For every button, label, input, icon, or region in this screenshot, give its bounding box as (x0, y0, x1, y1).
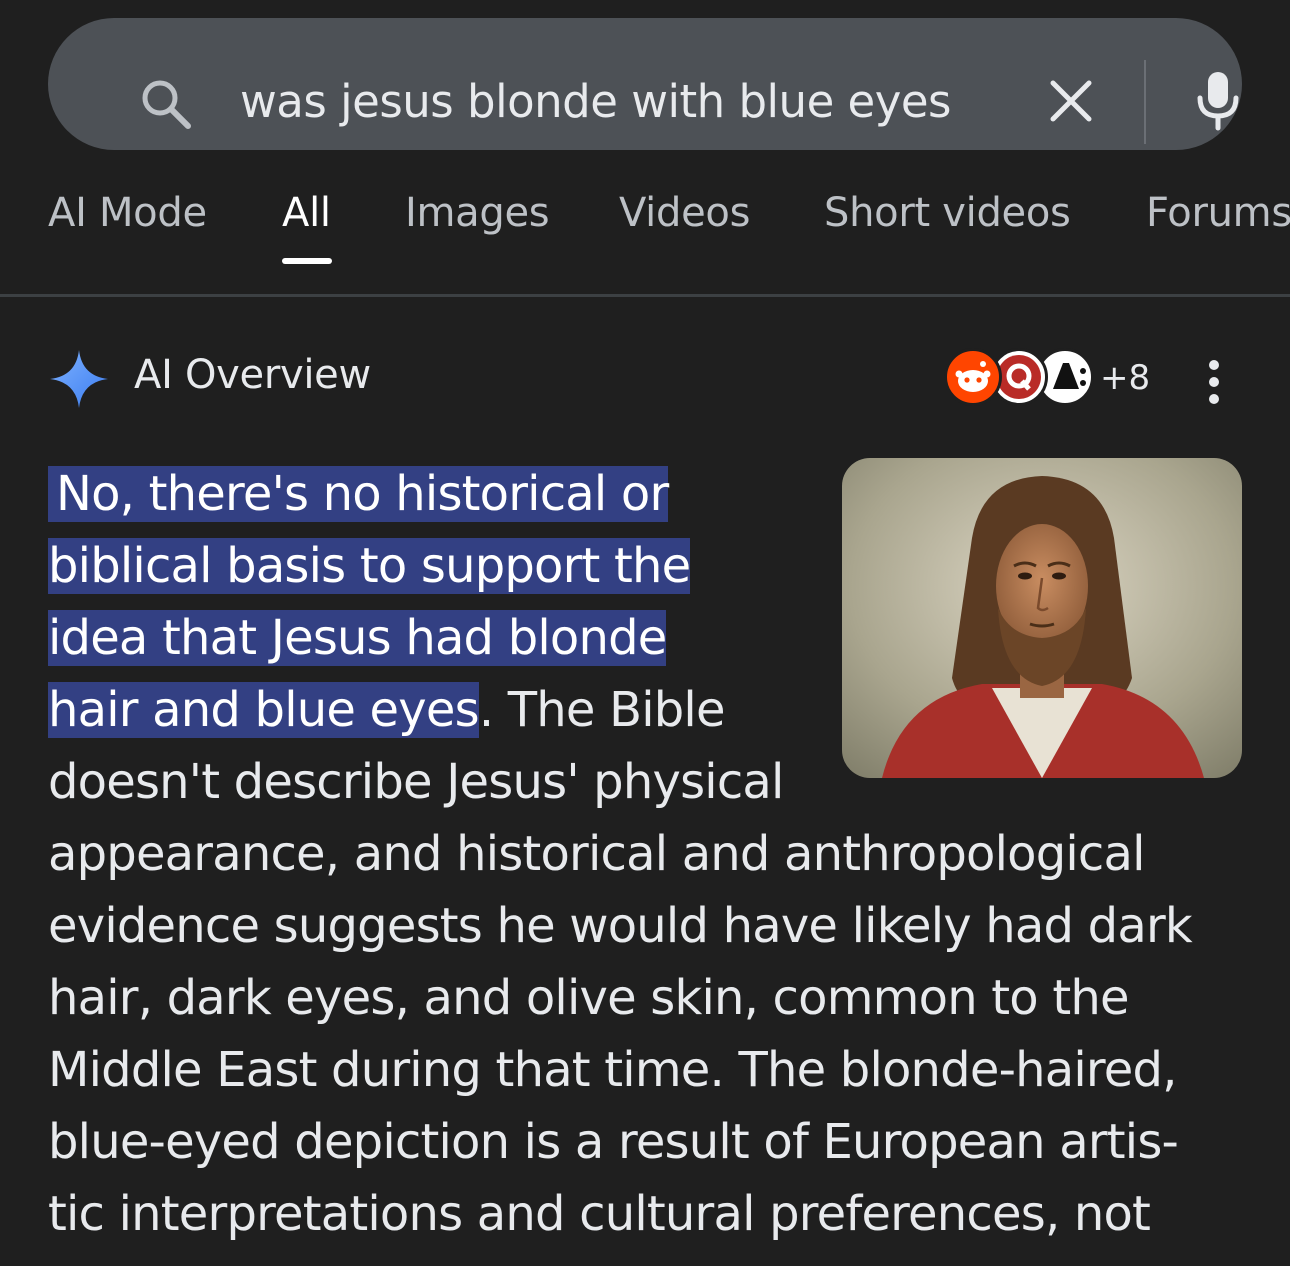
ai-overview-header: AI Overview +8 (48, 344, 1242, 414)
highlighted-answer: idea that Jesus had blonde (48, 610, 667, 666)
ai-overview-title: AI Overview (134, 352, 371, 398)
highlighted-answer: hair and blue eyes (48, 682, 480, 738)
search-results-page: AI Mode All Images Videos Short videos F… (0, 0, 1290, 1266)
overview-text-span: . The Bible (478, 682, 726, 738)
more-sources-count[interactable]: +8 (1100, 358, 1150, 398)
tab-ai-mode[interactable]: AI Mode (48, 190, 207, 236)
tab-forums[interactable]: Forums (1146, 190, 1290, 236)
overview-line: doesn't describe Jesus' physical (48, 754, 784, 810)
overview-line: biblical basis to support the (48, 530, 691, 602)
overview-line: evidence suggests he would have likely h… (48, 898, 1193, 954)
overview-line: blue-eyed depiction is a result of Europ… (48, 1114, 1179, 1170)
overview-line: appearance, and historical and anthropol… (48, 826, 1145, 882)
tab-images[interactable]: Images (405, 190, 550, 236)
microphone-icon[interactable] (1194, 70, 1242, 132)
active-tab-indicator (282, 258, 332, 264)
jesus-painting-image[interactable] (842, 458, 1242, 778)
tab-videos[interactable]: Videos (619, 190, 750, 236)
clear-icon[interactable] (1048, 78, 1094, 124)
more-options-icon[interactable] (1206, 358, 1222, 406)
tabs-divider (0, 294, 1290, 297)
tab-all[interactable]: All (282, 190, 331, 236)
highlighted-answer: No, there's no historical or (48, 466, 669, 522)
overview-line: hair and blue eyes. The Bible (48, 674, 725, 746)
overview-line: tic interpretations and cultural prefere… (48, 1186, 1151, 1242)
search-divider (1144, 60, 1146, 144)
reddit-icon (944, 348, 1002, 406)
overview-line: idea that Jesus had blonde (48, 602, 667, 674)
sparkle-icon (50, 350, 108, 408)
overview-line: Middle East during that time. The blonde… (48, 1042, 1177, 1098)
search-input[interactable] (240, 68, 1010, 134)
overview-line: No, there's no historical or (48, 458, 669, 530)
highlighted-answer: biblical basis to support the (48, 538, 691, 594)
search-bar[interactable] (48, 18, 1242, 150)
overview-line: hair, dark eyes, and olive skin, common … (48, 970, 1130, 1026)
search-icon[interactable] (138, 76, 194, 132)
tab-short-videos[interactable]: Short videos (824, 190, 1071, 236)
